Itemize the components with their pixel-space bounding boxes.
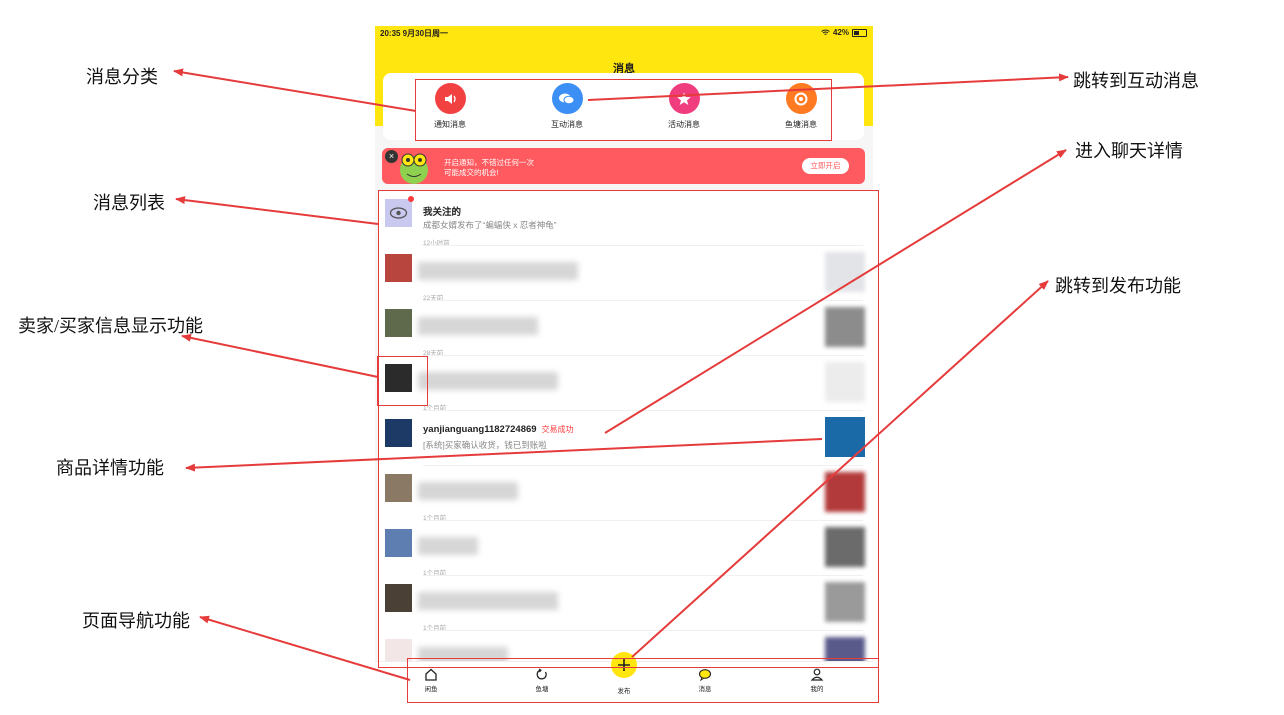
banner-close-button[interactable]: × [385,150,398,163]
annotation-list: 消息列表 [93,193,165,213]
annotation-product-detail: 商品详情功能 [56,458,164,478]
battery-icon [852,28,867,37]
annotation-interactive: 跳转到互动消息 [1073,71,1199,91]
annotation-category: 消息分类 [86,67,158,87]
frog-mascot-icon [400,153,428,184]
annotation-publish: 跳转到发布功能 [1055,276,1181,296]
seller-avatar-highlight-box [377,356,428,406]
annotation-navigation: 页面导航功能 [82,611,190,631]
wifi-icon [821,29,830,35]
notification-banner: × 开启通知，不错过任何一次 可能成交的机会! 立即开启 [382,148,865,184]
battery-percent: 42% [832,28,849,37]
arrow-to-list [175,196,379,225]
annotation-seller-info: 卖家/买家信息显示功能 [18,316,203,336]
tab-bar-highlight-box [407,658,879,703]
status-bar: 20:35 9月30日周一 42% [375,26,873,40]
status-time: 20:35 9月30日周一 [380,29,449,38]
enable-notification-button[interactable]: 立即开启 [802,158,849,174]
arrow-to-seller-info [181,333,379,378]
message-list-highlight-box [378,190,879,668]
banner-line-2: 可能成交的机会! [444,168,499,177]
category-highlight-box [415,79,832,141]
status-right: 42% [821,28,867,37]
annotation-chat-detail: 进入聊天详情 [1075,141,1183,161]
